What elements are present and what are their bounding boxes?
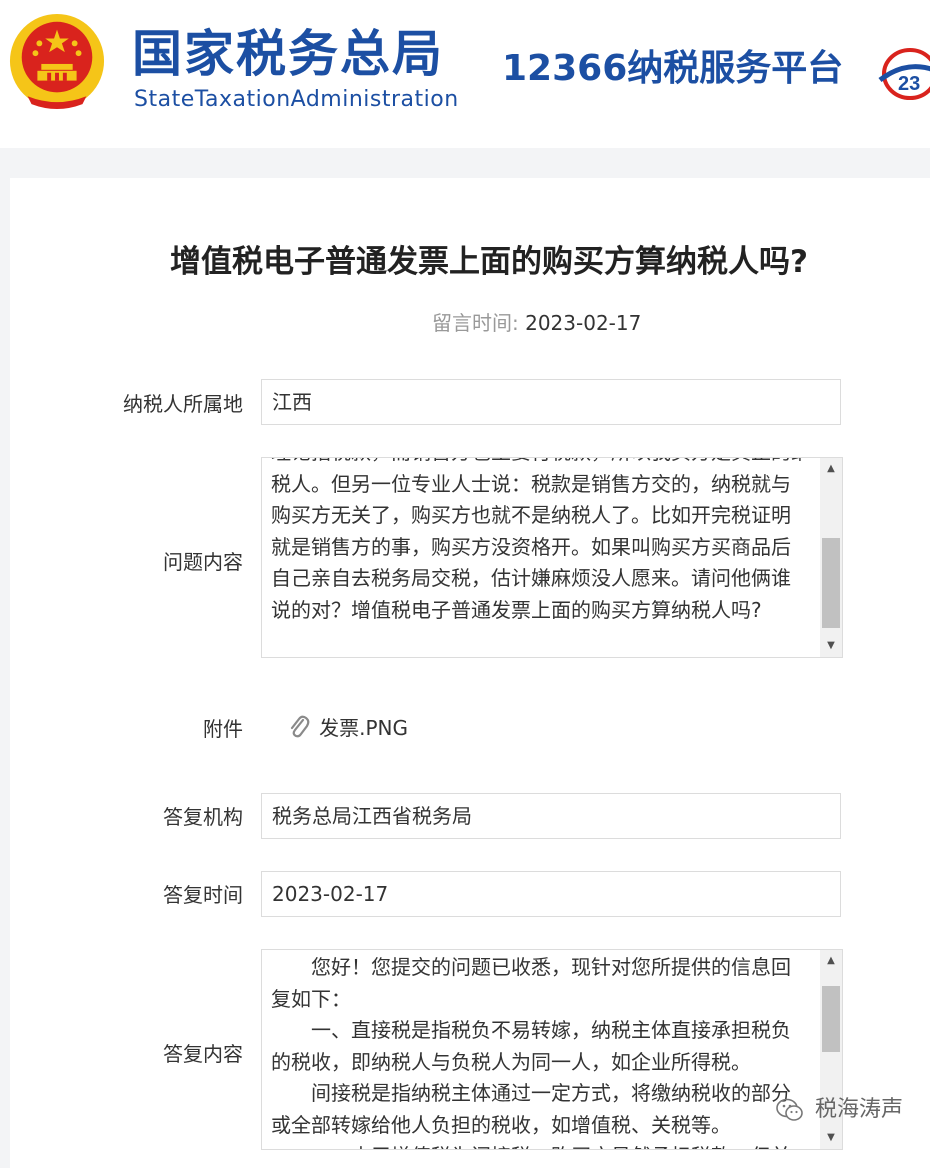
question-content-body: 税人。但另一位专业人士说：税款是销售方交的，纳税就与购买方无关了，购买方也就不是… [271,471,791,622]
post-time-label: 留言时间: [432,311,519,335]
reply-paragraph: 一、直接税是指税负不易转嫁，纳税主体直接承担税负的税收，即纳税人与负税人为同一人… [271,1018,791,1074]
post-time-value: 2023-02-17 [525,311,642,335]
attachment-name[interactable]: 发票.PNG [319,716,408,740]
paperclip-icon [290,715,310,737]
message-detail-panel: 增值税电子普通发票上面的购买方算纳税人吗? 留言时间: 2023-02-17 纳… [10,178,930,1168]
region-label: 纳税人所属地 [123,392,243,416]
scroll-thumb[interactable] [822,538,840,628]
question-content-label: 问题内容 [163,550,243,574]
reply-paragraph: 您好！您提交的问题已收悉，现针对您所提供的信息回复如下： [271,955,791,1011]
svg-text:23: 23 [898,73,920,95]
question-scrollbar[interactable]: ▲ ▼ [820,458,842,657]
question-content-text: 理论指税款，而销售方也主要付税款，所以我买方是真正的纳 税人。但另一位专业人士说… [271,458,803,626]
scroll-down-icon[interactable]: ▼ [820,1127,842,1149]
scroll-up-icon[interactable]: ▲ [820,458,842,480]
attachment-label: 附件 [203,717,243,741]
reply-org-label: 答复机构 [163,805,243,829]
reply-time-field[interactable]: 2023-02-17 [261,871,841,917]
region-field[interactable]: 江西 [261,379,841,425]
post-time: 留言时间: 2023-02-17 [432,309,641,337]
reply-paragraph-partial: 二、由于增值税为间接税，购买方虽然承担税款，但并不是增值税纳税人。 [271,1141,803,1149]
scroll-down-icon[interactable]: ▼ [820,635,842,657]
scroll-up-icon[interactable]: ▲ [820,950,842,972]
12366-logo-icon: 23 [878,48,930,100]
org-name-en: StateTaxationAdministration [134,87,459,112]
org-name-cn: 国家税务总局 [132,25,444,83]
site-header: 国家税务总局 StateTaxationAdministration 12366… [0,0,930,148]
question-content-box[interactable]: 理论指税款，而销售方也主要付税款，所以我买方是真正的纳 税人。但另一位专业人士说… [261,457,843,658]
wechat-icon [776,1098,803,1121]
reply-org-field[interactable]: 税务总局江西省税务局 [261,793,841,839]
attachment-link[interactable]: 发票.PNG [288,712,408,744]
watermark: 税海涛声 [776,1092,903,1128]
national-emblem-icon [9,13,105,110]
question-content-partial-line: 理论指税款，而销售方也主要付税款，所以我买方是真正的纳 [271,458,803,469]
watermark-text: 税海涛声 [815,1097,904,1122]
scroll-thumb[interactable] [822,986,840,1052]
reply-content-label: 答复内容 [163,1042,243,1066]
hotline-title: 12366纳税服务平台 [502,48,844,89]
reply-time-label: 答复时间 [163,883,243,907]
reply-content-text: 您好！您提交的问题已收悉，现针对您所提供的信息回复如下： 一、直接税是指税负不易… [271,952,803,1149]
reply-paragraph: 间接税是指纳税主体通过一定方式，将缴纳税收的部分或全部转嫁给他人负担的税收，如增… [271,1081,791,1137]
reply-content-box[interactable]: 您好！您提交的问题已收悉，现针对您所提供的信息回复如下： 一、直接税是指税负不易… [261,949,843,1150]
question-title: 增值税电子普通发票上面的购买方算纳税人吗? [170,244,808,280]
